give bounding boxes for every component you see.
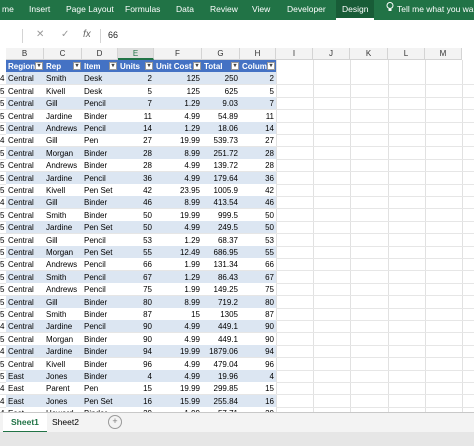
table-header-cell[interactable]: Total ▾ — [202, 60, 240, 73]
cancel-icon[interactable]: ✕ — [36, 29, 44, 40]
column-header-c[interactable]: C — [44, 48, 82, 60]
column-header-e[interactable]: E — [118, 48, 154, 60]
column-header-g[interactable]: G — [202, 48, 240, 60]
table-header-cell[interactable]: Item ▾ — [82, 60, 118, 73]
filter-dropdown-icon[interactable]: ▾ — [193, 62, 201, 70]
column-header-j[interactable]: J — [313, 48, 350, 60]
formula-input[interactable]: 66 — [108, 30, 118, 40]
table-header-cell[interactable]: Unit Cost ▾ — [154, 60, 202, 73]
tab-insert[interactable]: Insert — [29, 0, 50, 20]
tell-me-search[interactable]: Tell me what you wa — [386, 0, 474, 20]
filter-dropdown-icon[interactable]: ▾ — [73, 62, 81, 70]
column-header-h[interactable]: H — [240, 48, 276, 60]
tab-developer[interactable]: Developer — [287, 0, 326, 20]
filter-dropdown-icon[interactable]: ▾ — [109, 62, 117, 70]
lightbulb-icon — [386, 0, 394, 18]
sheet-tab-bar: ◀ Sheet1 Sheet2 + — [0, 412, 474, 433]
tell-me-text: Tell me what you wa — [397, 4, 474, 14]
ribbon-tab-bar: me Insert Page Layout Formulas Data Revi… — [0, 0, 474, 20]
worksheet-grid[interactable]: BCDEFGHIJKLM Region ▾ Rep ▾ Item ▾ Units ▾ Unit … — [0, 48, 474, 412]
tab-data[interactable]: Data — [176, 0, 194, 20]
filter-dropdown-icon[interactable]: ▾ — [267, 62, 275, 70]
table-header-row: Region ▾ Rep ▾ Item ▾ Units ▾ Unit Cost ▾ Total ▾ Co… — [0, 60, 474, 73]
column-header-l[interactable]: L — [388, 48, 425, 60]
table-header-cell[interactable]: Column ▾ — [240, 60, 276, 73]
sheet-tab-sheet1[interactable]: Sheet1 — [3, 413, 47, 433]
formula-bar: ✕ ✓ fx 66 — [0, 25, 474, 47]
filter-dropdown-icon[interactable]: ▾ — [35, 62, 43, 70]
tab-view[interactable]: View — [252, 0, 270, 20]
column-header-k[interactable]: K — [350, 48, 388, 60]
filter-dropdown-icon[interactable]: ▾ — [231, 62, 239, 70]
add-sheet-icon[interactable]: + — [108, 415, 122, 429]
table-header-cell[interactable]: Rep ▾ — [44, 60, 82, 73]
enter-icon[interactable]: ✓ — [61, 29, 69, 40]
tab-formulas[interactable]: Formulas — [125, 0, 160, 20]
tab-home[interactable]: me — [2, 0, 14, 20]
column-header-f[interactable]: F — [154, 48, 202, 60]
column-header-m[interactable]: M — [425, 48, 462, 60]
sheet-tab-sheet2[interactable]: Sheet2 — [44, 413, 87, 431]
column-header-d[interactable]: D — [82, 48, 118, 60]
status-bar — [0, 432, 474, 446]
column-header-b[interactable]: B — [6, 48, 44, 60]
tab-page-layout[interactable]: Page Layout — [66, 0, 114, 20]
filter-dropdown-icon[interactable]: ▾ — [145, 62, 153, 70]
table-header-cell[interactable]: Region ▾ — [6, 60, 44, 73]
insert-function-icon[interactable]: fx — [83, 29, 91, 40]
column-header-i[interactable]: I — [276, 48, 313, 60]
tab-review[interactable]: Review — [210, 0, 238, 20]
tab-design[interactable]: Design — [336, 0, 375, 20]
table-header-cell[interactable]: Units ▾ — [118, 60, 154, 73]
